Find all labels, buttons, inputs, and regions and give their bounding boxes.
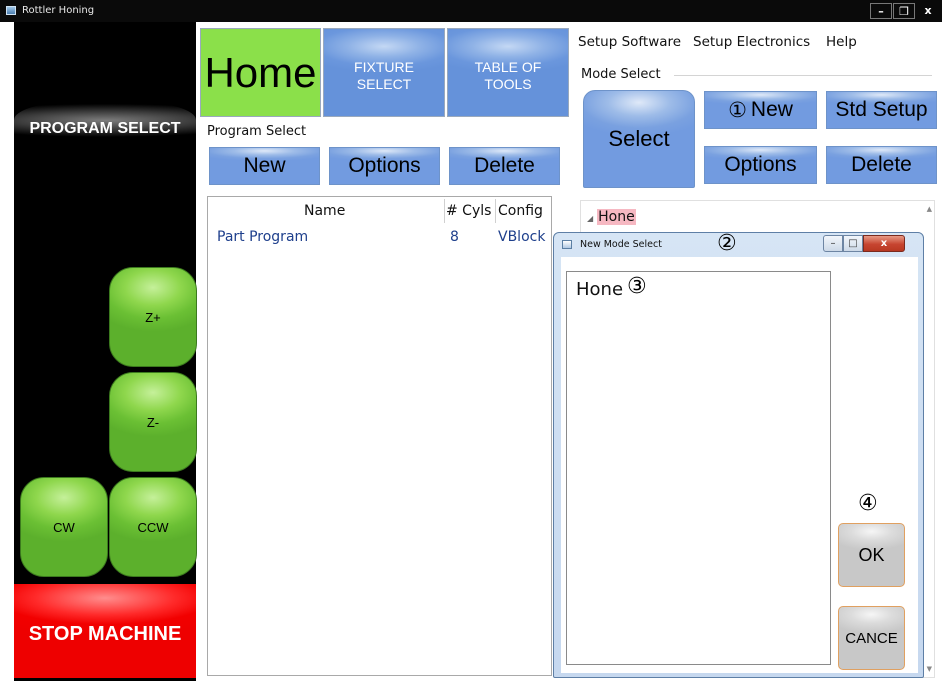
mode-new-button[interactable]: ① New [704,91,817,129]
machine-control-panel: PROGRAM SELECT Z+ Z- CW CCW STOP MACHINE [14,22,197,681]
ccw-button[interactable]: CCW [109,477,197,577]
tab-fixture-line1: FIXTURE [354,59,414,75]
stop-machine-button[interactable]: STOP MACHINE [14,584,196,678]
column-header-name[interactable]: Name [304,203,345,219]
ok-button[interactable]: OK [838,523,905,587]
menu-help[interactable]: Help [826,34,857,50]
column-divider [495,199,496,223]
expand-arrow-icon[interactable]: ◢ [587,214,593,223]
mode-select-label: Mode Select [581,67,661,82]
menu-setup-software[interactable]: Setup Software [578,34,681,50]
dialog-icon [562,240,572,249]
cancel-button[interactable]: CANCE [838,606,905,670]
cw-button[interactable]: CW [20,477,108,577]
row-name-cell: Part Program [217,229,309,245]
tab-tools-line2: TOOLS [484,76,532,92]
tab-home[interactable]: Home [200,28,321,117]
program-select-label: Program Select [207,124,307,139]
mode-name-input[interactable]: Hone ③ [566,271,831,665]
z-plus-button[interactable]: Z+ [109,267,197,367]
mode-new-label: New [750,98,793,121]
mode-options-button[interactable]: Options [704,146,817,184]
tree-node-label: Hone [597,209,636,225]
column-header-cyls[interactable]: # Cyls [446,203,491,219]
window-title: Rottler Honing [22,5,95,16]
annotation-1: ① [728,98,747,122]
tree-node-hone[interactable]: ◢ Hone [587,209,636,225]
tab-fixture-line2: SELECT [356,76,412,92]
program-options-button[interactable]: Options [329,147,440,185]
minimize-button[interactable]: – [870,3,892,19]
tab-tools-line1: TABLE OF [474,59,542,75]
dialog-maximize-button[interactable]: □ [843,235,863,252]
row-cyls-cell: 8 [450,229,459,245]
column-header-config[interactable]: Config [498,203,543,219]
scroll-down-icon[interactable]: ▼ [927,665,932,673]
menu-setup-electronics[interactable]: Setup Electronics [693,34,810,50]
dialog-title: New Mode Select [580,239,662,250]
close-button[interactable]: x [917,3,939,19]
group-divider [674,75,932,76]
annotation-3: ③ [627,274,647,299]
row-config-cell: VBlock [498,229,546,245]
program-table: Name # Cyls Config Part Program 8 VBlock [207,196,552,676]
column-divider [444,199,445,223]
program-select-button[interactable]: PROGRAM SELECT [14,102,196,194]
mode-select-button[interactable]: Select [583,90,695,188]
dialog-close-button[interactable]: x [863,235,905,252]
annotation-4: ④ [858,491,878,516]
mode-name-value: Hone [576,279,624,300]
std-setup-button[interactable]: Std Setup [826,91,937,129]
scrollbar[interactable] [925,203,933,675]
window-titlebar: Rottler Honing – ❐ x [0,0,942,22]
tab-table-of-tools[interactable]: TABLE OF TOOLS [447,28,569,117]
program-delete-button[interactable]: Delete [449,147,560,185]
mode-delete-button[interactable]: Delete [826,146,937,184]
program-new-button[interactable]: New [209,147,320,185]
maximize-button[interactable]: ❐ [893,3,915,19]
annotation-2: ② [717,231,737,256]
app-icon [6,6,16,15]
z-minus-button[interactable]: Z- [109,372,197,472]
dialog-minimize-button[interactable]: – [823,235,843,252]
scroll-up-icon[interactable]: ▲ [927,205,932,213]
tab-fixture-select[interactable]: FIXTURE SELECT [323,28,445,117]
new-mode-select-dialog: New Mode Select ② – □ x Hone ③ ④ OK CANC… [553,231,924,678]
